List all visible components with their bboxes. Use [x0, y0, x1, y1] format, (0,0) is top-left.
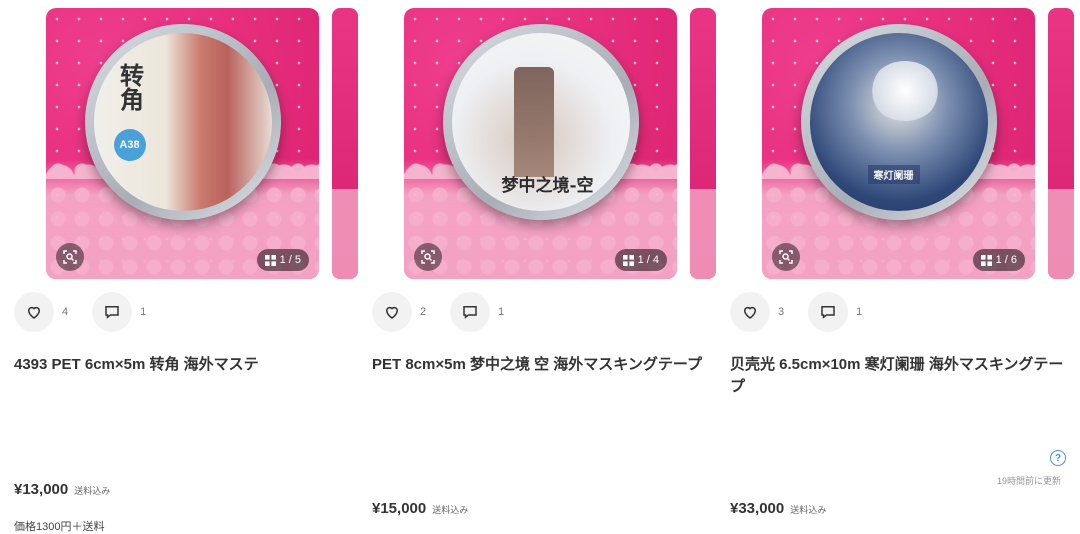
like-button[interactable]: [372, 292, 412, 332]
lens-search-icon: [421, 250, 435, 264]
tower-illustration: [513, 66, 554, 177]
heart-outline-icon: [27, 306, 41, 319]
listing-card-2[interactable]: 梦中之境-空 1 / 4 2 1 PET 8cm×5m 梦中之境 空 海外マスキ…: [370, 0, 716, 534]
next-image-peek[interactable]: [690, 8, 716, 279]
comment-count: 1: [498, 306, 505, 318]
lily-illustration: [869, 60, 940, 121]
next-image-peek[interactable]: [1048, 8, 1074, 279]
grid-icon: [980, 254, 992, 266]
price-row: ¥13,000 送料込み: [14, 481, 110, 498]
like-button[interactable]: [730, 292, 770, 332]
like-button[interactable]: [14, 292, 54, 332]
comment-button[interactable]: [808, 292, 849, 332]
comment-button[interactable]: [450, 292, 491, 332]
tape-roll-photo: 梦中之境-空: [442, 23, 639, 220]
listing-price: ¥15,000: [372, 500, 427, 517]
listing-price: ¥13,000: [14, 481, 69, 498]
listing-image[interactable]: 梦中之境-空 1 / 4: [404, 8, 677, 279]
like-count: 2: [420, 306, 427, 318]
image-search-button[interactable]: [772, 243, 800, 271]
lens-search-icon: [63, 250, 77, 264]
comment-count: 1: [140, 306, 147, 318]
listing-actions: 2 1: [372, 292, 528, 332]
image-search-button[interactable]: [414, 243, 442, 271]
shipping-label: 送料込み: [74, 486, 111, 496]
price-row: ¥33,000 送料込み: [730, 500, 826, 517]
listing-card-1[interactable]: 转角 A38 1 / 5 4 1 4393 PET 6cm×5m 转角 海外マス…: [12, 0, 358, 534]
tape-art-text: 梦中之境-空: [501, 175, 594, 196]
speech-bubble-icon: [105, 306, 119, 319]
listing-card-3[interactable]: 寒灯阑珊 1 / 6 3 1 贝壳光 6.5cm×10m 寒灯阑珊 海外マスキン…: [728, 0, 1074, 534]
like-count: 4: [62, 306, 69, 318]
image-counter: 1 / 4: [614, 249, 667, 271]
listing-image[interactable]: 寒灯阑珊 1 / 6: [762, 8, 1035, 279]
tape-roll-photo: 寒灯阑珊: [800, 23, 997, 220]
speech-bubble-icon: [463, 306, 477, 319]
tape-art-text: 转角: [115, 62, 145, 111]
tape-art-text: 寒灯阑珊: [867, 164, 920, 184]
price-row: ¥15,000 送料込み: [372, 500, 468, 517]
image-counter-text: 1 / 5: [279, 254, 301, 266]
listing-title[interactable]: 4393 PET 6cm×5m 转角 海外マステ: [14, 354, 349, 376]
listing-title[interactable]: 贝壳光 6.5cm×10m 寒灯阑珊 海外マスキングテープ: [730, 354, 1065, 398]
shipping-label: 送料込み: [790, 505, 827, 515]
image-search-button[interactable]: [56, 243, 84, 271]
listing-actions: 3 1: [730, 292, 886, 332]
heart-outline-icon: [743, 306, 757, 319]
next-image-peek[interactable]: [332, 8, 358, 279]
grid-icon: [264, 254, 276, 266]
comment-button[interactable]: [92, 292, 133, 332]
image-counter-text: 1 / 4: [637, 254, 659, 266]
lens-search-icon: [779, 250, 793, 264]
listing-image[interactable]: 转角 A38 1 / 5: [46, 8, 319, 279]
last-updated-label: 19時間前に更新: [997, 476, 1062, 486]
tape-art-badge: A38: [113, 128, 146, 161]
image-counter: 1 / 5: [256, 249, 309, 271]
shipping-label: 送料込み: [432, 505, 469, 515]
heart-outline-icon: [385, 306, 399, 319]
comment-count: 1: [856, 306, 863, 318]
speech-bubble-icon: [821, 306, 835, 319]
like-count: 3: [778, 306, 785, 318]
grid-icon: [622, 254, 634, 266]
image-counter-text: 1 / 6: [995, 254, 1017, 266]
tape-roll-photo: 转角 A38: [84, 23, 281, 220]
listing-title[interactable]: PET 8cm×5m 梦中之境 空 海外マスキングテープ: [372, 354, 707, 376]
listing-price: ¥33,000: [730, 500, 785, 517]
image-counter: 1 / 6: [972, 249, 1025, 271]
help-icon[interactable]: ?: [1050, 450, 1066, 466]
price-note: 価格1300円＋送料: [14, 521, 105, 533]
listing-actions: 4 1: [14, 292, 170, 332]
